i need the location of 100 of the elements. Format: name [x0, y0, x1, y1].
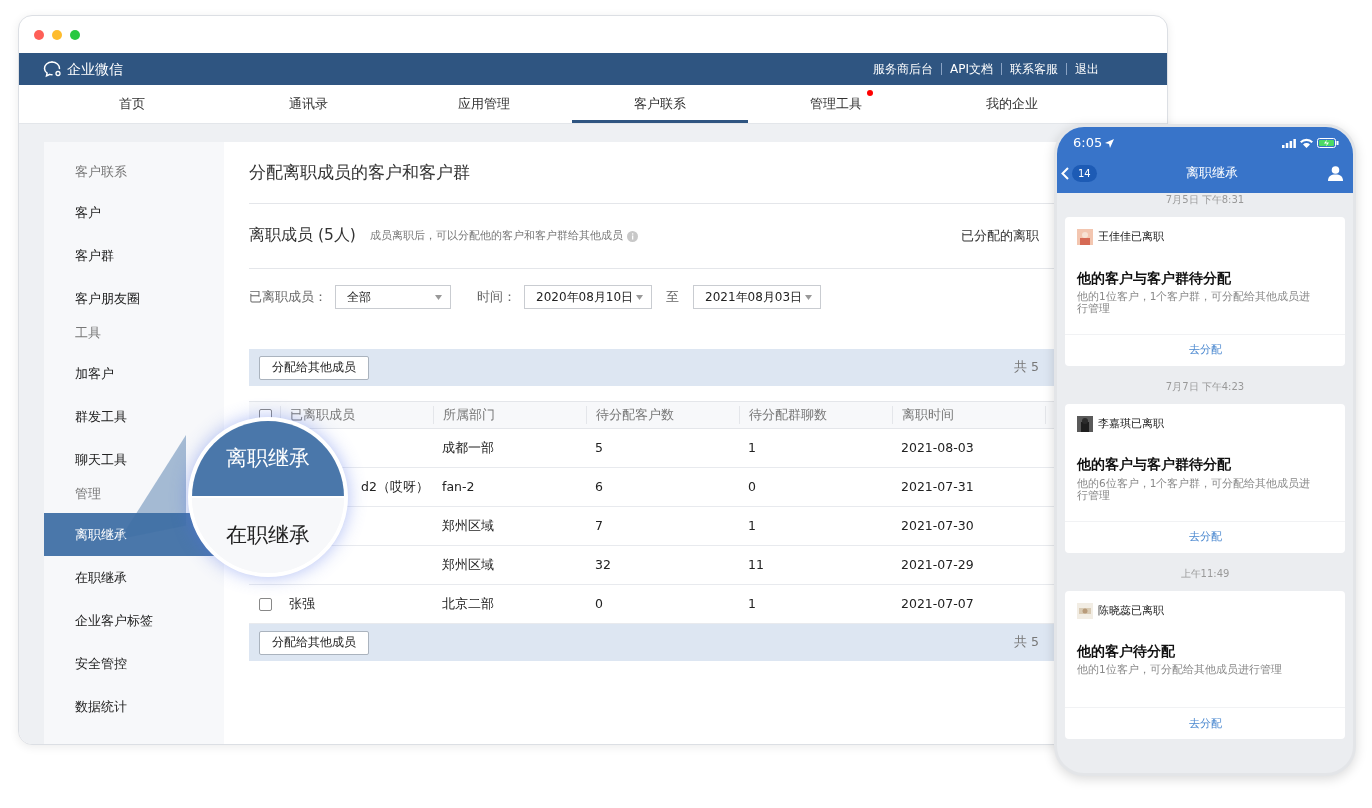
sidebar-item[interactable]: 客户	[44, 191, 224, 234]
table-cell: 5	[595, 439, 603, 455]
date-picker[interactable]: 2021年08月03日	[693, 285, 821, 309]
sidebar-heading: 管理	[74, 485, 102, 503]
filter-label: 时间：	[477, 287, 516, 306]
table-cell-text: d2（哎呀）	[360, 478, 429, 494]
status-time: 6:05	[1073, 134, 1103, 153]
table-cell: fan-2	[442, 478, 475, 494]
caret-icon	[636, 294, 643, 300]
table-cell: 张强	[289, 595, 315, 611]
assign-link[interactable]: 去分配	[1065, 707, 1345, 740]
sidebar-item[interactable]: 安全管控	[44, 642, 224, 685]
table-cell: 11	[748, 556, 764, 572]
table-cell: 2021-07-07	[901, 595, 974, 611]
table-cell: 成都一部	[442, 439, 494, 455]
wifi-icon	[1300, 138, 1313, 148]
date-picker[interactable]: 2020年08月10日	[524, 285, 652, 309]
assign-button[interactable]: 分配给其他成员	[259, 355, 369, 380]
sidebar-item[interactable]: 聊天工具	[44, 438, 224, 481]
location-arrow-icon	[1105, 138, 1115, 148]
nav-tab[interactable]: 管理工具	[748, 85, 924, 123]
person-icon	[1328, 165, 1343, 181]
total-count: 共 5	[1014, 633, 1039, 652]
card-title: 他的客户与客户群待分配	[1077, 456, 1231, 473]
table-cell: 0	[595, 595, 603, 611]
table-cell: 郑州区域	[442, 517, 494, 533]
table-cell: 北京二部	[442, 595, 494, 611]
table-cell: 1	[748, 439, 756, 455]
message-time: 上午11:49	[1180, 567, 1230, 579]
total-count: 共 5	[1014, 358, 1039, 377]
column-header: 已离职成员	[290, 406, 355, 422]
section-title: 离职成员 (5人)	[249, 225, 356, 247]
table-cell: 0	[748, 478, 756, 494]
nav-tab[interactable]: 我的企业	[924, 85, 1100, 123]
sidebar-heading: 客户联系	[74, 163, 128, 181]
table-cell: 2021-07-31	[901, 478, 974, 494]
column-header: 所属部门	[443, 406, 495, 422]
table-cell: 2021-07-30	[901, 517, 974, 533]
caret-icon	[435, 294, 442, 300]
magnified-menu-item[interactable]: 在职继承	[226, 522, 310, 549]
battery-icon	[1317, 138, 1339, 148]
nav-tab[interactable]: 客户联系	[572, 85, 748, 123]
nav-tab[interactable]: 通讯录	[220, 85, 396, 123]
card-description: 他的6位客户，1个客户群，可分配给其他成员进行管理	[1077, 476, 1311, 501]
nav-tab[interactable]: 应用管理	[396, 85, 572, 123]
sender-name: 陈晓蕊已离职	[1098, 602, 1164, 619]
info-icon	[626, 230, 638, 242]
assigned-link[interactable]: 已分配的离职	[961, 226, 1039, 246]
filter-label: 已离职成员：	[249, 287, 327, 306]
zoom-button[interactable]	[70, 29, 80, 40]
table-cell: 2021-07-29	[901, 556, 974, 572]
signal-icon	[1282, 138, 1296, 148]
table-cell: 1	[748, 595, 756, 611]
table-cell: 1	[748, 517, 756, 533]
nav-tab[interactable]: 首页	[44, 85, 220, 123]
page-title: 分配离职成员的客户和客户群	[249, 162, 470, 182]
assign-link[interactable]: 去分配	[1065, 520, 1345, 553]
header-link[interactable]: 服务商后台	[873, 60, 933, 78]
table-cell: 2021-08-03	[901, 439, 974, 455]
assign-link[interactable]: 去分配	[1065, 333, 1345, 366]
column-header: 待分配客户数	[596, 406, 674, 422]
sidebar-item[interactable]: 加客户	[44, 352, 224, 395]
card-description: 他的1位客户，可分配给其他成员进行管理	[1077, 663, 1282, 676]
assign-button[interactable]: 分配给其他成员	[259, 630, 369, 655]
sidebar-item[interactable]: 客户朋友圈	[44, 277, 224, 320]
phone-title: 离职继承	[1186, 165, 1239, 181]
sidebar-heading: 工具	[74, 324, 102, 342]
row-checkbox[interactable]	[259, 597, 272, 611]
sidebar-item[interactable]: 在职继承	[44, 556, 224, 599]
card-title: 他的客户与客户群待分配	[1077, 269, 1231, 286]
message-time: 7月7日 下午4:23	[1165, 380, 1245, 392]
back-chevron-icon	[1061, 166, 1069, 180]
sender-name: 李嘉琪已离职	[1098, 415, 1164, 432]
table-cell: 7	[595, 517, 603, 533]
column-header: 待分配群聊数	[749, 406, 827, 422]
minimize-button[interactable]	[52, 29, 62, 40]
sidebar-item[interactable]: 数据统计	[44, 685, 224, 728]
header-link[interactable]: 联系客服	[1010, 60, 1058, 78]
message-time: 7月5日 下午8:31	[1165, 194, 1245, 205]
filter-label: 至	[666, 287, 679, 306]
section-hint: 成员离职后，可以分配他的客户和客户群给其他成员	[369, 227, 623, 244]
header-link[interactable]: 退出	[1075, 60, 1099, 78]
sidebar-item[interactable]: 群发工具	[44, 395, 224, 438]
magnified-menu-item[interactable]: 离职继承	[226, 445, 310, 472]
table-cell: 6	[595, 478, 603, 494]
member-dropdown[interactable]: 全部	[335, 285, 451, 309]
chat-bubble-icon	[43, 60, 63, 78]
table-cell: 32	[595, 556, 611, 572]
caret-icon	[805, 294, 812, 300]
table-cell: 郑州区域	[442, 556, 494, 572]
logo-text: 企业微信	[67, 59, 123, 79]
sidebar-item[interactable]: 客户群	[44, 234, 224, 277]
close-button[interactable]	[34, 29, 44, 40]
sidebar-item[interactable]: 企业客户标签	[44, 599, 224, 642]
unread-count: 14	[1072, 164, 1097, 182]
column-header: 离职时间	[902, 406, 954, 422]
card-description: 他的1位客户，1个客户群，可分配给其他成员进行管理	[1077, 289, 1311, 314]
sender-name: 王佳佳已离职	[1098, 229, 1164, 245]
card-title: 他的客户待分配	[1077, 643, 1175, 659]
header-link[interactable]: API文档	[950, 60, 993, 78]
